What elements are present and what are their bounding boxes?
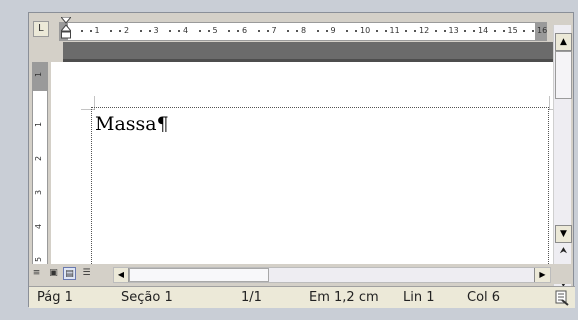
vruler-number: 1 <box>34 121 44 128</box>
ruler-tick <box>346 30 348 32</box>
ruler-number: 13 <box>448 26 459 35</box>
horizontal-scroll-thumb[interactable] <box>129 268 269 282</box>
ruler-number: 10 <box>360 26 371 35</box>
ruler-tick <box>473 30 475 32</box>
ruler-number: 15 <box>507 26 518 35</box>
ruler-number: 7 <box>271 26 277 35</box>
indent-marker-icon[interactable] <box>61 17 71 44</box>
ruler-number: 14 <box>478 26 489 35</box>
ruler-tick <box>178 30 180 32</box>
horizontal-scrollbar[interactable]: ◀ ▶ <box>113 267 551 283</box>
web-layout-view-icon[interactable]: ▣ <box>47 267 60 280</box>
ruler-number: 2 <box>124 26 130 35</box>
ruler-tick <box>228 30 230 32</box>
ruler-number: 5 <box>212 26 218 35</box>
ruler-tick <box>493 30 496 32</box>
ruler-tick <box>207 30 210 32</box>
scroll-up-arrow-icon[interactable]: ▲ <box>555 33 572 51</box>
ruler-tick <box>296 30 298 32</box>
status-column: Col 6 <box>467 290 501 305</box>
bottom-bar: ≡ ▣ ▤ ☰ ◀ ▶ <box>29 264 571 284</box>
ruler-number: 12 <box>419 26 430 35</box>
word-document-window: L 1 2 3 4 5 6 7 8 9 10 11 12 13 14 15 16 112345 Massa¶ … <box>28 12 575 308</box>
ruler-tick <box>375 30 378 32</box>
ruler-number: 4 <box>183 26 189 35</box>
ruler-tick <box>287 30 289 32</box>
ruler-tick <box>405 30 407 32</box>
ruler-number: 6 <box>242 26 248 35</box>
ruler-tick <box>523 30 525 32</box>
status-pages: 1/1 <box>241 290 262 305</box>
ruler-number: 11 <box>389 26 400 35</box>
ruler-number: 1 <box>94 26 100 35</box>
status-section: Seção 1 <box>121 290 173 305</box>
vruler-number: 4 <box>34 223 44 230</box>
ruler-number: 8 <box>301 26 307 35</box>
vertical-scrollbar[interactable]: ▲ ▼ ⮝ ● ⮟ <box>553 25 572 291</box>
ruler-tick <box>502 30 505 32</box>
ruler-tick <box>325 30 328 32</box>
ruler-tick <box>384 30 387 32</box>
ruler-tick <box>316 30 319 32</box>
vertical-ruler[interactable]: 1 1 2 3 4 5 <box>32 62 48 274</box>
print-layout-view-icon[interactable]: ▤ <box>63 267 76 280</box>
previous-page-icon[interactable]: ⮝ <box>555 244 572 258</box>
ruler-tick <box>532 30 534 32</box>
outline-view-icon[interactable]: ☰ <box>80 267 93 280</box>
ruler-number: 16 <box>537 26 548 35</box>
ruler-tick <box>414 30 416 32</box>
vruler-number: 3 <box>34 189 44 196</box>
ruler-number: 3 <box>153 26 159 35</box>
document-text[interactable]: Massa¶ <box>95 113 169 135</box>
ruler-tick <box>80 30 83 32</box>
ruler-tick <box>119 30 121 32</box>
horizontal-ruler[interactable]: 1 2 3 4 5 6 7 8 9 10 11 12 13 14 15 16 <box>59 22 547 41</box>
vruler-number: 2 <box>34 155 44 162</box>
ruler-tick <box>443 30 446 32</box>
ruler-tick <box>169 30 171 32</box>
normal-view-icon[interactable]: ≡ <box>30 267 43 280</box>
status-line: Lin 1 <box>403 290 435 305</box>
ruler-tick <box>464 30 466 32</box>
scroll-left-arrow-icon[interactable]: ◀ <box>114 268 129 282</box>
ruler-number: 9 <box>330 26 336 35</box>
vruler-number: 5 <box>34 256 44 263</box>
ruler-tick <box>139 30 142 32</box>
ruler-grey-band <box>63 42 567 62</box>
document-page[interactable]: Massa¶ <box>51 62 563 274</box>
status-page: Pág 1 <box>37 290 73 305</box>
ruler-tick <box>148 30 151 32</box>
ruler-tick <box>266 30 269 32</box>
vruler-number: 1 <box>34 71 44 78</box>
ruler-tick <box>89 30 92 32</box>
vertical-scroll-thumb[interactable] <box>555 51 572 99</box>
ruler-tick <box>110 30 112 32</box>
status-bar: Pág 1 Seção 1 1/1 Em 1,2 cm Lin 1 Col 6 <box>29 286 575 308</box>
ruler-tick <box>198 30 201 32</box>
scroll-down-arrow-icon[interactable]: ▼ <box>555 225 572 243</box>
spelling-status-icon[interactable] <box>555 290 569 306</box>
ruler-tick <box>257 30 260 32</box>
status-position: Em 1,2 cm <box>309 290 379 305</box>
ruler-tick <box>434 30 437 32</box>
tab-selector-button[interactable]: L <box>33 21 49 37</box>
ruler-tick <box>237 30 239 32</box>
ruler-tick <box>355 30 357 32</box>
scroll-right-arrow-icon[interactable]: ▶ <box>534 268 550 282</box>
